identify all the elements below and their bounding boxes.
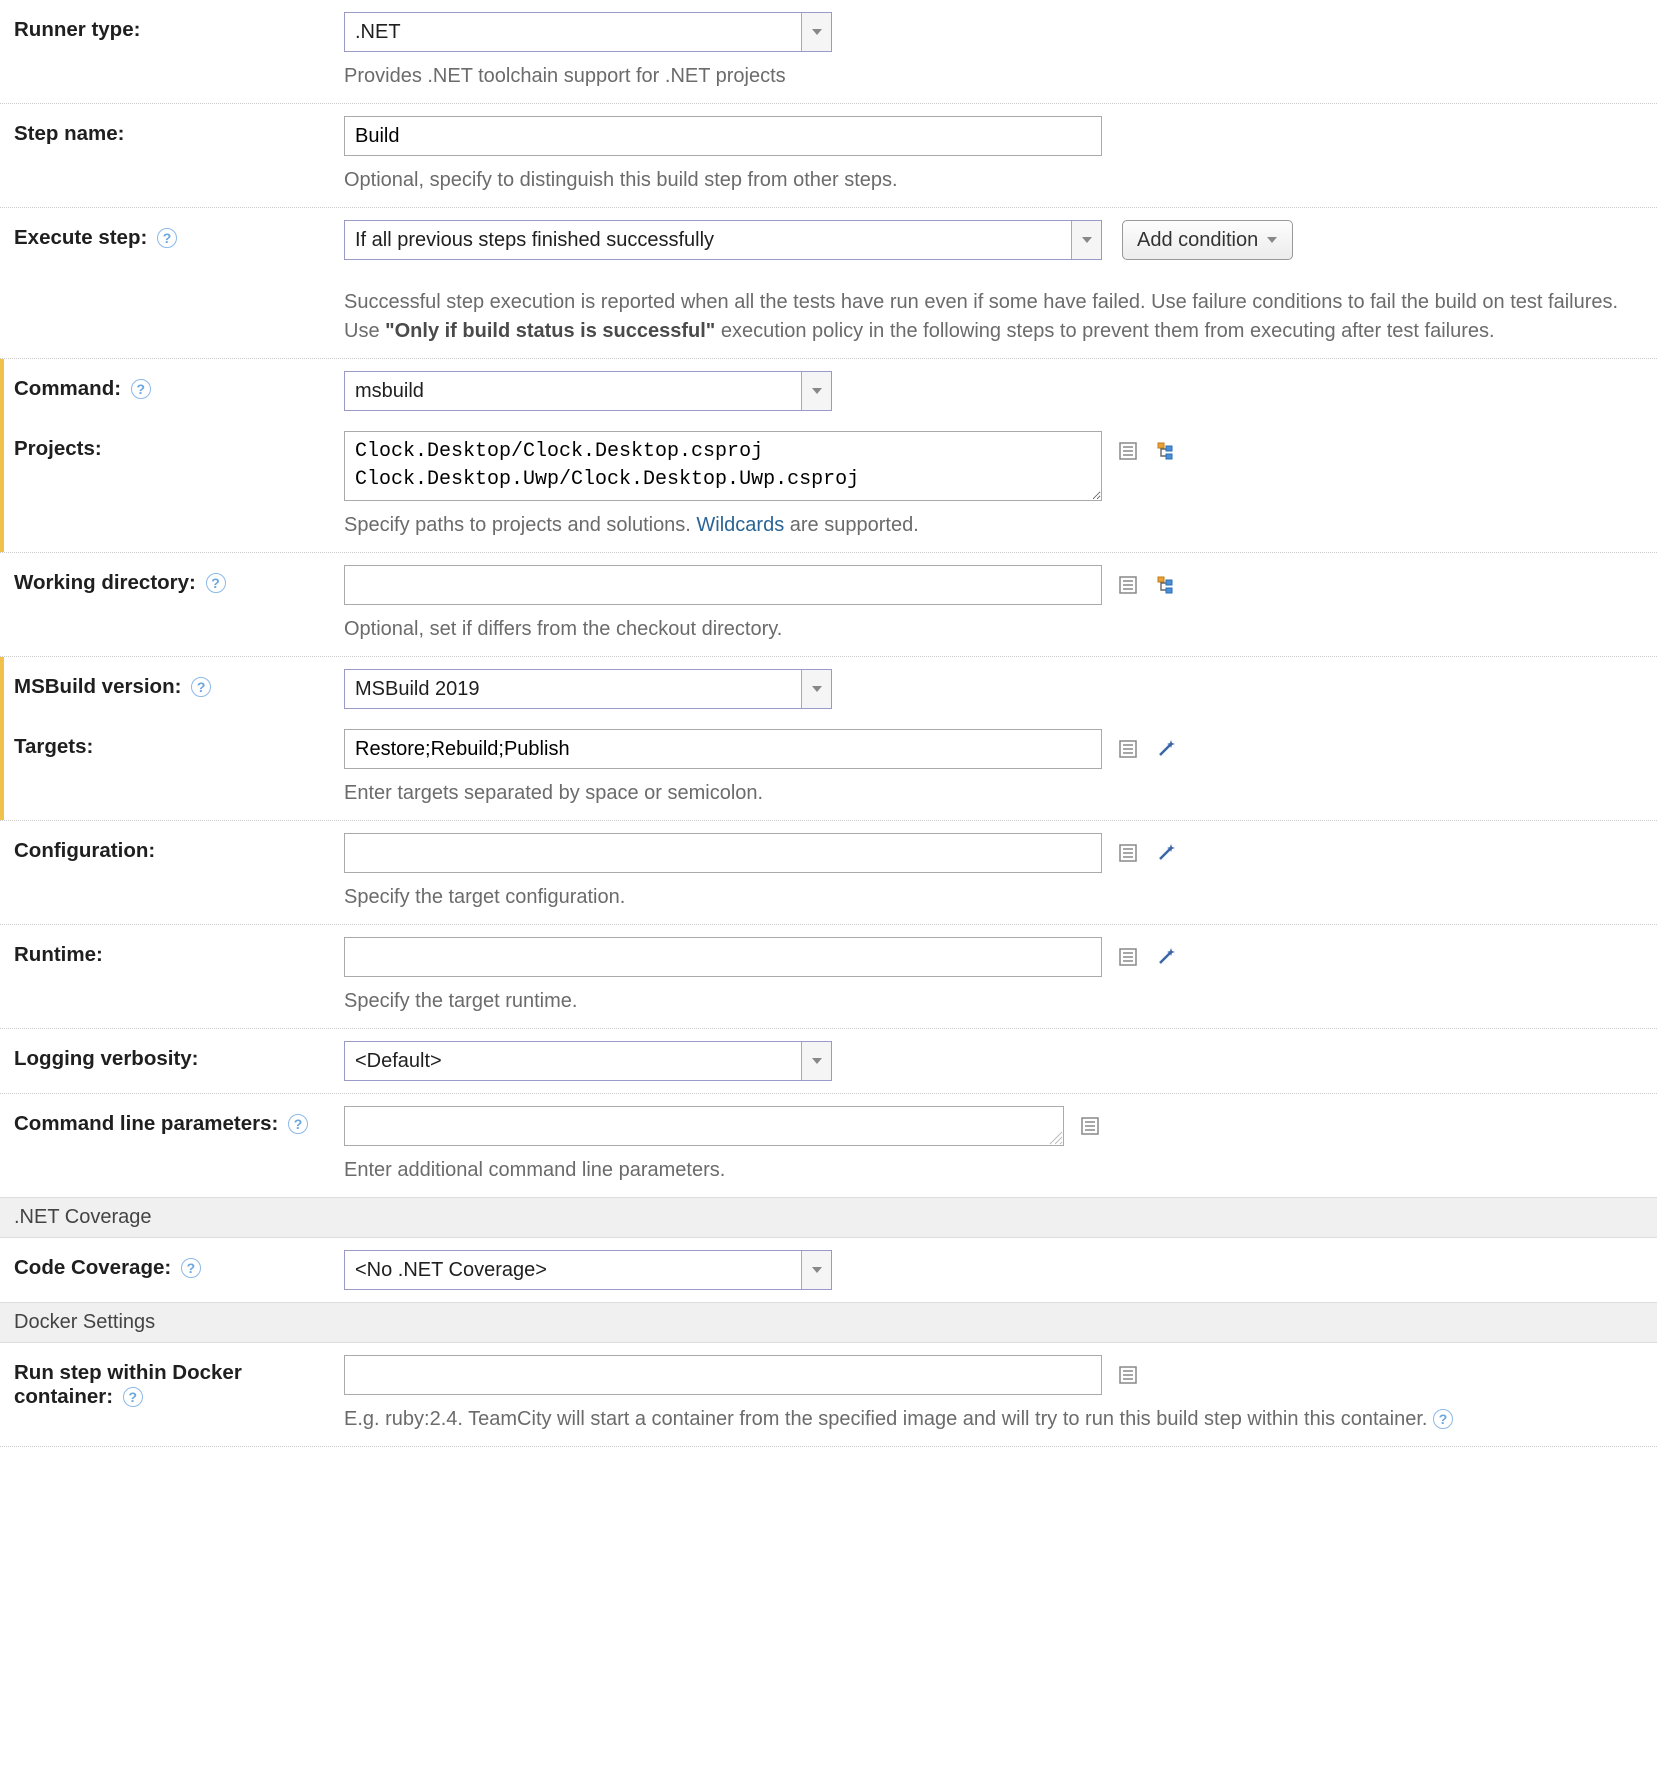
help-icon[interactable]: ? <box>131 379 151 399</box>
runtime-hint: Specify the target runtime. <box>344 987 1637 1016</box>
working-directory-hint: Optional, set if differs from the checko… <box>344 615 1637 644</box>
cmdline-params-label: Command line parameters: <box>14 1112 278 1135</box>
command-value: msbuild <box>345 372 801 410</box>
projects-hint: Specify paths to projects and solutions.… <box>344 511 1637 540</box>
chevron-down-icon <box>1071 221 1101 259</box>
execute-step-label: Execute step: <box>14 226 147 249</box>
wand-icon[interactable] <box>1154 841 1178 865</box>
row-targets: Targets: Enter targets separated by spac… <box>0 729 1657 821</box>
runner-type-label: Runner type: <box>14 12 344 91</box>
row-projects: Projects: Clock.Desktop/Clock.Desktop.cs… <box>0 431 1657 553</box>
msbuild-version-select[interactable]: MSBuild 2019 <box>344 669 832 709</box>
docker-container-input[interactable] <box>344 1355 1102 1395</box>
configuration-input[interactable] <box>344 833 1102 873</box>
chevron-down-icon <box>801 670 831 708</box>
configuration-label: Configuration: <box>14 833 344 912</box>
help-icon[interactable]: ? <box>157 228 177 248</box>
msbuild-version-value: MSBuild 2019 <box>345 670 801 708</box>
row-msbuild-version: MSBuild version: ? MSBuild 2019 <box>0 657 1657 729</box>
cmdline-params-input[interactable] <box>344 1106 1064 1146</box>
row-execute-step: Execute step: ? If all previous steps fi… <box>0 208 1657 359</box>
runner-type-select[interactable]: .NET <box>344 12 832 52</box>
list-icon[interactable] <box>1116 1363 1140 1387</box>
help-icon[interactable]: ? <box>288 1114 308 1134</box>
row-step-name: Step name: Optional, specify to distingu… <box>0 104 1657 208</box>
runtime-label: Runtime: <box>14 937 344 1016</box>
help-icon[interactable]: ? <box>181 1258 201 1278</box>
add-condition-button[interactable]: Add condition <box>1122 220 1293 260</box>
targets-hint: Enter targets separated by space or semi… <box>344 779 1637 808</box>
row-command: Command: ? msbuild <box>0 359 1657 431</box>
msbuild-version-label: MSBuild version: <box>14 675 181 698</box>
row-docker-container: Run step within Docker container: ? E.g.… <box>0 1343 1657 1447</box>
row-code-coverage: Code Coverage: ? <No .NET Coverage> <box>0 1238 1657 1302</box>
wildcards-link[interactable]: Wildcards <box>696 514 784 536</box>
row-cmdline-params: Command line parameters: ? Enter additio… <box>0 1094 1657 1197</box>
list-icon[interactable] <box>1116 737 1140 761</box>
working-directory-input[interactable] <box>344 565 1102 605</box>
command-label: Command: <box>14 377 121 400</box>
tree-picker-icon[interactable] <box>1154 439 1178 463</box>
row-runner-type: Runner type: .NET Provides .NET toolchai… <box>0 0 1657 104</box>
help-icon[interactable]: ? <box>123 1387 143 1407</box>
code-coverage-value: <No .NET Coverage> <box>345 1251 801 1289</box>
execute-step-select[interactable]: If all previous steps finished successfu… <box>344 220 1102 260</box>
build-step-form: Runner type: .NET Provides .NET toolchai… <box>0 0 1657 1447</box>
targets-label: Targets: <box>14 729 344 808</box>
section-docker: Docker Settings <box>0 1302 1657 1343</box>
wand-icon[interactable] <box>1154 945 1178 969</box>
wand-icon[interactable] <box>1154 737 1178 761</box>
chevron-down-icon <box>801 1251 831 1289</box>
row-configuration: Configuration: Specify the target config… <box>0 821 1657 925</box>
targets-input[interactable] <box>344 729 1102 769</box>
runner-type-value: .NET <box>345 13 801 51</box>
chevron-down-icon <box>801 13 831 51</box>
code-coverage-select[interactable]: <No .NET Coverage> <box>344 1250 832 1290</box>
row-runtime: Runtime: Specify the target runtime. <box>0 925 1657 1029</box>
logging-verbosity-label: Logging verbosity: <box>14 1041 344 1081</box>
docker-container-hint: E.g. ruby:2.4. TeamCity will start a con… <box>344 1405 1637 1434</box>
runtime-input[interactable] <box>344 937 1102 977</box>
execute-step-value: If all previous steps finished successfu… <box>345 221 1071 259</box>
configuration-hint: Specify the target configuration. <box>344 883 1637 912</box>
list-icon[interactable] <box>1116 945 1140 969</box>
resize-handle-icon[interactable] <box>1048 1130 1064 1146</box>
projects-textarea[interactable]: Clock.Desktop/Clock.Desktop.csproj Clock… <box>344 431 1102 501</box>
help-icon[interactable]: ? <box>206 573 226 593</box>
list-icon[interactable] <box>1116 841 1140 865</box>
tree-picker-icon[interactable] <box>1154 573 1178 597</box>
section-net-coverage: .NET Coverage <box>0 1197 1657 1238</box>
projects-label: Projects: <box>14 431 344 540</box>
logging-verbosity-select[interactable]: <Default> <box>344 1041 832 1081</box>
cmdline-params-hint: Enter additional command line parameters… <box>344 1156 1637 1185</box>
help-icon[interactable]: ? <box>191 677 211 697</box>
row-working-directory: Working directory: ? Optional, set if di… <box>0 553 1657 657</box>
working-directory-label: Working directory: <box>14 571 196 594</box>
step-name-label: Step name: <box>14 116 344 195</box>
row-logging-verbosity: Logging verbosity: <Default> <box>0 1029 1657 1094</box>
add-condition-label: Add condition <box>1137 229 1258 252</box>
command-select[interactable]: msbuild <box>344 371 832 411</box>
runner-type-hint: Provides .NET toolchain support for .NET… <box>344 62 1637 91</box>
execute-step-hint: Successful step execution is reported wh… <box>344 288 1637 346</box>
list-icon[interactable] <box>1078 1114 1102 1138</box>
step-name-input[interactable] <box>344 116 1102 156</box>
code-coverage-label: Code Coverage: <box>14 1256 171 1279</box>
help-icon[interactable]: ? <box>1433 1409 1453 1429</box>
chevron-down-icon <box>801 1042 831 1080</box>
chevron-down-icon <box>1266 235 1278 245</box>
logging-verbosity-value: <Default> <box>345 1042 801 1080</box>
step-name-hint: Optional, specify to distinguish this bu… <box>344 166 1637 195</box>
list-icon[interactable] <box>1116 439 1140 463</box>
list-icon[interactable] <box>1116 573 1140 597</box>
chevron-down-icon <box>801 372 831 410</box>
